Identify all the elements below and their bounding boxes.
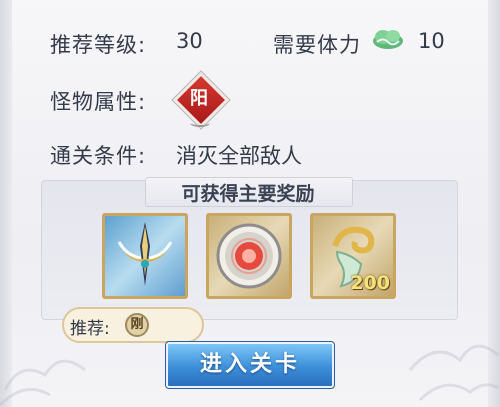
stamina-cloud-icon: [373, 30, 403, 49]
enter-stage-button[interactable]: 进入关卡: [165, 341, 335, 389]
talisman-sword-icon: [117, 222, 173, 286]
stage-info-panel: 推荐等级: 30 需要体力 10 怪物属性: 阳 通关条件: 消灭全部敌人 可获…: [0, 0, 500, 407]
rewards-title: 可获得主要奖励: [181, 183, 315, 205]
clear-condition-label: 通关条件:: [50, 144, 147, 168]
monster-attribute-badge: 阳: [171, 70, 231, 130]
reward-item-talisman[interactable]: [102, 213, 188, 299]
reward-item-orb[interactable]: [206, 213, 292, 299]
stamina-value: 10: [418, 29, 445, 53]
attribute-char: 阳: [190, 88, 208, 109]
recommended-level-value: 30: [176, 29, 203, 53]
red-orb-icon: [216, 223, 282, 289]
monster-attribute-label: 怪物属性:: [50, 90, 147, 114]
recommend-label: 推荐:: [70, 319, 110, 339]
reward-item-jade-tooth[interactable]: 200: [310, 213, 396, 299]
attribute-badge-tail: [190, 119, 210, 127]
recommend-badge-icon[interactable]: 刚: [125, 313, 149, 337]
clear-condition-value: 消灭全部敌人: [176, 144, 302, 168]
jade-tooth-count: 200: [350, 272, 390, 294]
stamina-label: 需要体力: [273, 33, 361, 57]
recommended-level-label: 推荐等级:: [50, 33, 147, 57]
